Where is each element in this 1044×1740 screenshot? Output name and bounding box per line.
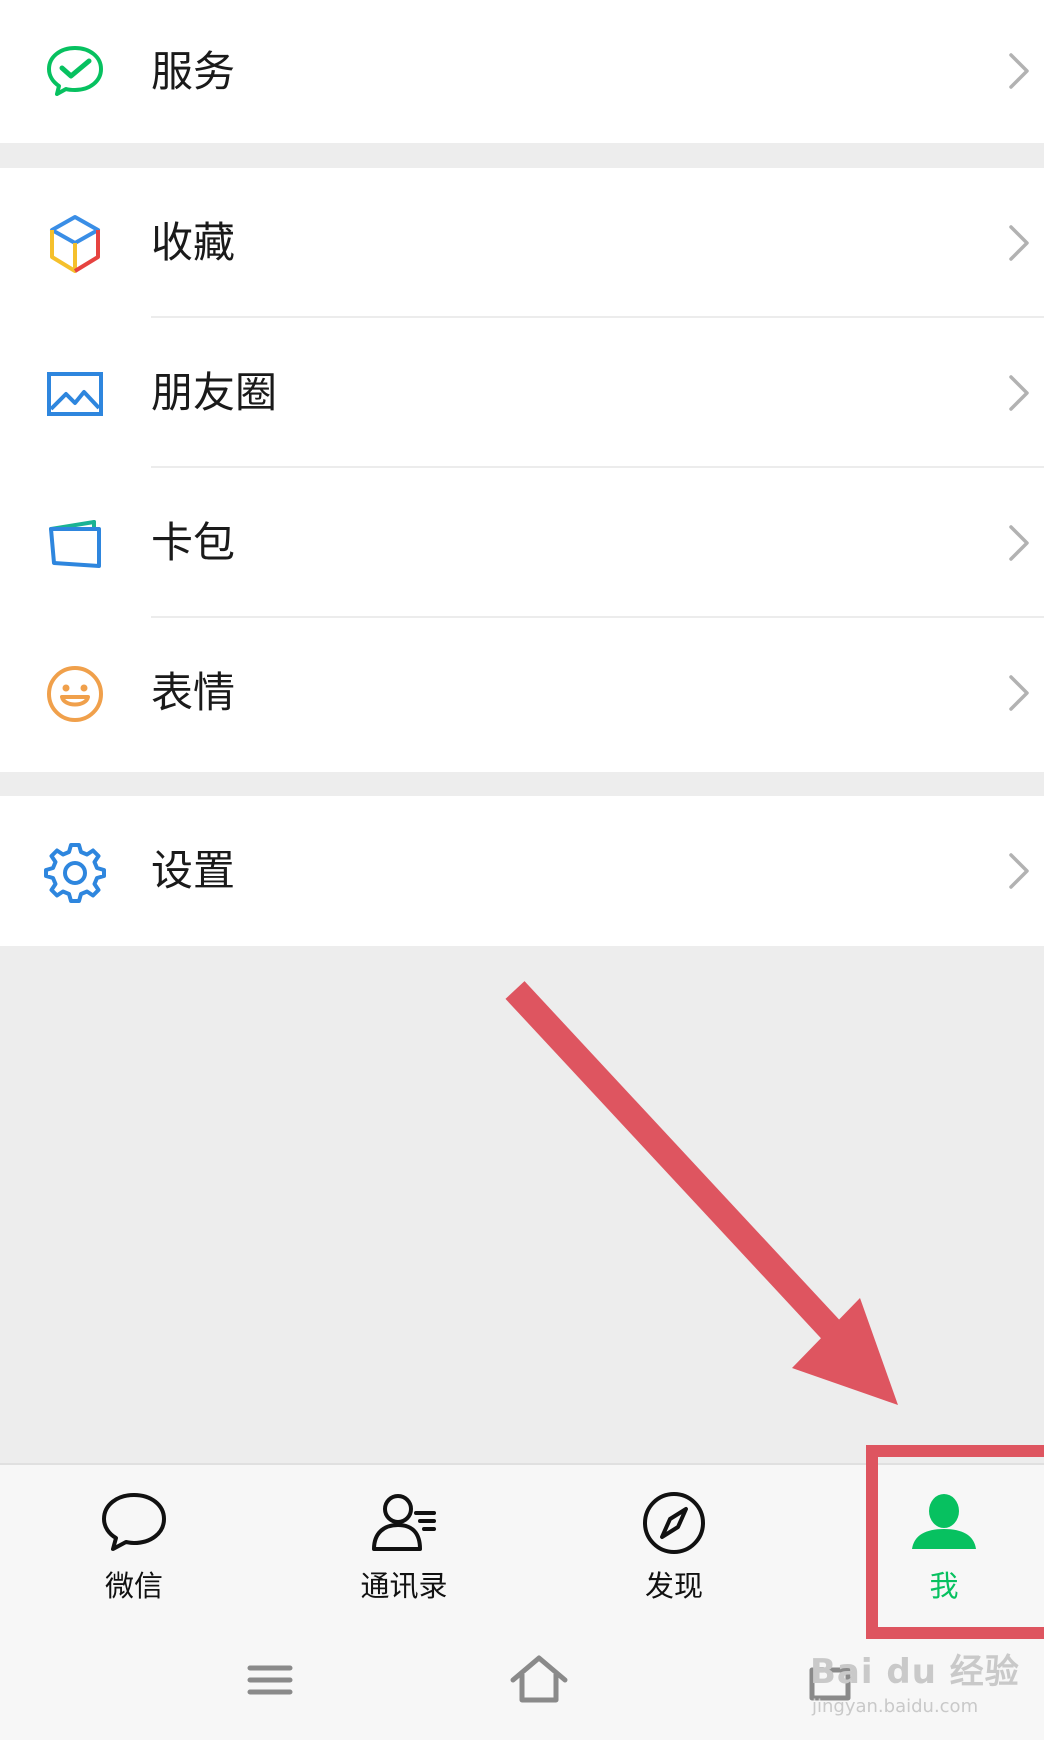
menu-group-settings: 设置 bbox=[0, 796, 1044, 946]
tab-discover[interactable]: 发现 bbox=[574, 1465, 774, 1622]
tab-chats[interactable]: 微信 bbox=[34, 1465, 234, 1622]
menu-item-label: 设置 bbox=[151, 846, 236, 895]
contacts-icon bbox=[368, 1487, 440, 1559]
menu-item-card-wallet[interactable]: 卡包 bbox=[0, 468, 1044, 618]
moments-picture-icon bbox=[42, 361, 108, 427]
chevron-right-icon bbox=[1006, 851, 1032, 891]
menu-item-favorites[interactable]: 收藏 bbox=[0, 168, 1044, 318]
sticker-smile-icon bbox=[42, 661, 108, 727]
chevron-right-icon bbox=[1006, 523, 1032, 563]
favorites-cube-icon bbox=[42, 211, 108, 277]
watermark-main-text: Bai du 经验 bbox=[810, 1652, 1020, 1692]
menu-item-label: 朋友圈 bbox=[151, 368, 278, 417]
baidu-jingyan-watermark: Bai du 经验 jingyan.baidu.com bbox=[790, 1640, 1040, 1740]
menu-item-settings[interactable]: 设置 bbox=[0, 796, 1044, 946]
menu-group-services: 服务 bbox=[0, 0, 1044, 143]
tab-label: 发现 bbox=[644, 1569, 703, 1603]
tab-label: 微信 bbox=[104, 1569, 163, 1603]
home-icon[interactable] bbox=[509, 1650, 569, 1710]
chevron-right-icon bbox=[1006, 373, 1032, 413]
menu-item-label: 服务 bbox=[151, 47, 236, 96]
menu-item-moments[interactable]: 朋友圈 bbox=[0, 318, 1044, 468]
chevron-right-icon bbox=[1006, 673, 1032, 713]
chat-bubble-icon bbox=[98, 1487, 170, 1559]
menu-item-label: 卡包 bbox=[151, 518, 236, 567]
gear-icon bbox=[42, 839, 108, 905]
chevron-right-icon bbox=[1006, 223, 1032, 263]
menu-icon[interactable] bbox=[240, 1650, 300, 1710]
wechat-pay-icon bbox=[42, 38, 108, 104]
menu-item-services[interactable]: 服务 bbox=[0, 0, 1044, 143]
compass-icon bbox=[638, 1487, 710, 1559]
chevron-right-icon bbox=[1006, 51, 1032, 91]
card-wallet-icon bbox=[42, 511, 108, 577]
tab-contacts[interactable]: 通讯录 bbox=[304, 1465, 504, 1622]
watermark-url-text: jingyan.baidu.com bbox=[812, 1696, 979, 1717]
menu-group-main: 收藏 朋友圈 卡包 表情 bbox=[0, 168, 1044, 772]
menu-item-label: 收藏 bbox=[151, 218, 236, 267]
menu-item-stickers[interactable]: 表情 bbox=[0, 618, 1044, 768]
menu-item-label: 表情 bbox=[151, 668, 236, 717]
tab-label: 通讯录 bbox=[360, 1569, 448, 1603]
annotation-highlight-box bbox=[866, 1445, 1044, 1639]
